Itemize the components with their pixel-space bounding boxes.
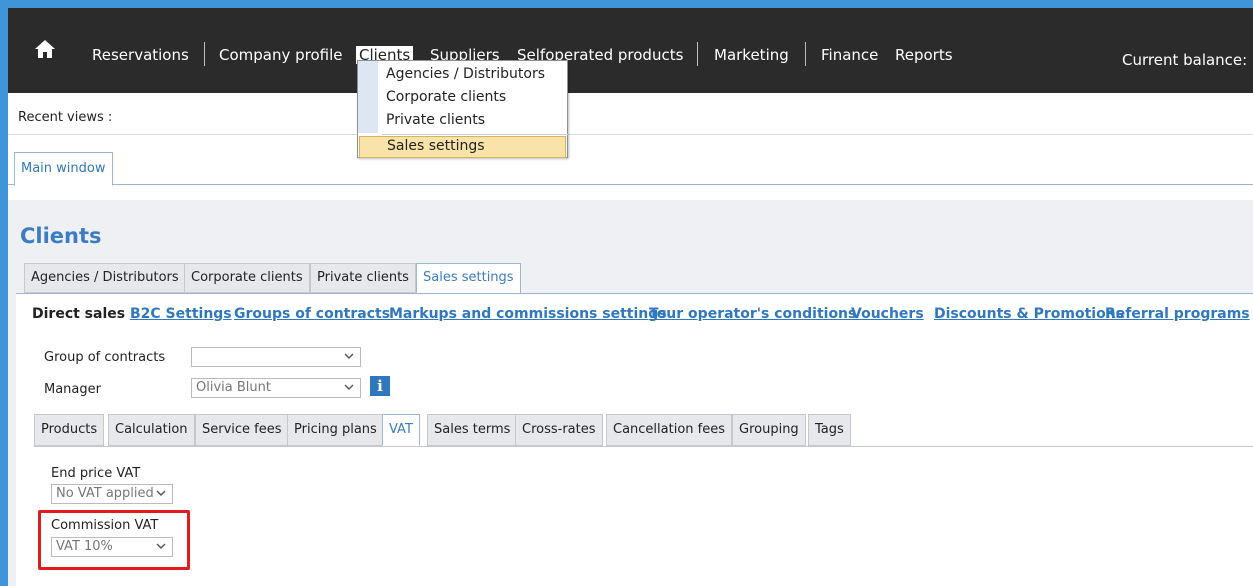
tab-calculation[interactable]: Calculation — [108, 414, 195, 446]
tab-sales-settings[interactable]: Sales settings — [416, 263, 521, 294]
menu-icon-strip — [358, 61, 378, 133]
home-icon[interactable] — [34, 38, 56, 60]
nav-divider — [805, 42, 806, 66]
nav-divider — [204, 42, 205, 66]
menu-item-corporate-clients[interactable]: Corporate clients — [386, 89, 506, 105]
sublink-tour-operator-conditions[interactable]: Tour operator's conditions — [649, 306, 856, 322]
nav-divider — [697, 42, 698, 66]
nav-marketing[interactable]: Marketing — [714, 46, 789, 64]
tab-products[interactable]: Products — [34, 414, 105, 446]
tab-cross-rates[interactable]: Cross-rates — [515, 414, 603, 446]
sublink-discounts-promotions[interactable]: Discounts & Promotions — [934, 306, 1124, 322]
menu-separator — [382, 134, 568, 135]
menu-item-private-clients[interactable]: Private clients — [386, 112, 485, 128]
sublink-direct-sales[interactable]: Direct sales — [32, 306, 125, 322]
tab-pricing-plans[interactable]: Pricing plans — [287, 414, 384, 446]
sublink-groups-of-contracts[interactable]: Groups of contracts — [234, 306, 390, 322]
end-price-vat-value: No VAT applied — [56, 486, 154, 501]
tab-agencies-distributors[interactable]: Agencies / Distributors — [24, 263, 186, 293]
chevron-down-icon — [344, 353, 354, 359]
manager-label: Manager — [44, 382, 101, 397]
tab-grouping[interactable]: Grouping — [732, 414, 806, 446]
tab-corporate-clients[interactable]: Corporate clients — [184, 263, 310, 293]
sublink-vouchers[interactable]: Vouchers — [851, 306, 924, 322]
clients-dropdown-menu: Agencies / Distributors Corporate client… — [357, 60, 568, 158]
top-navigation: Reservations Company profile Clients Sup… — [8, 8, 1253, 93]
nav-finance[interactable]: Finance — [821, 46, 878, 64]
menu-item-agencies-distributors[interactable]: Agencies / Distributors — [386, 66, 545, 82]
main-tab-bar: Main window — [8, 135, 1253, 186]
manager-value: Olivia Blunt — [196, 380, 271, 395]
end-price-vat-select[interactable]: No VAT applied — [51, 484, 173, 504]
current-balance-label: Current balance: — [1122, 51, 1248, 69]
menu-item-sales-settings-label: Sales settings — [387, 138, 485, 154]
sublink-markups-commissions[interactable]: Markups and commissions settings — [389, 306, 667, 322]
end-price-vat-label: End price VAT — [51, 466, 141, 481]
chevron-down-icon — [156, 490, 166, 496]
menu-item-sales-settings[interactable]: Sales settings — [359, 136, 566, 158]
chevron-down-icon — [344, 384, 354, 390]
info-icon[interactable]: i — [370, 376, 390, 396]
group-of-contracts-select[interactable] — [191, 347, 361, 367]
recent-views-bar: Recent views : — [8, 93, 1253, 135]
nav-company-profile[interactable]: Company profile — [219, 46, 343, 64]
tab-cancellation-fees[interactable]: Cancellation fees — [606, 414, 732, 446]
sublink-b2c-settings[interactable]: B2C Settings — [130, 306, 232, 322]
sublink-referral-programs[interactable]: Referral programs — [1105, 306, 1250, 322]
tab-tags[interactable]: Tags — [808, 414, 851, 446]
tab-main-window[interactable]: Main window — [14, 152, 113, 186]
tab-service-fees[interactable]: Service fees — [195, 414, 289, 446]
commission-vat-highlight — [38, 510, 190, 570]
tab-sales-terms[interactable]: Sales terms — [427, 414, 518, 446]
nav-reports[interactable]: Reports — [895, 46, 953, 64]
manager-select[interactable]: Olivia Blunt — [191, 378, 361, 398]
group-of-contracts-label: Group of contracts — [44, 350, 166, 365]
tab-private-clients[interactable]: Private clients — [310, 263, 416, 293]
tab-bar-divider — [34, 446, 1253, 447]
tab-vat[interactable]: VAT — [382, 414, 420, 446]
recent-views-label: Recent views : — [18, 110, 113, 125]
page-title: Clients — [20, 224, 102, 248]
nav-reservations[interactable]: Reservations — [92, 46, 189, 64]
